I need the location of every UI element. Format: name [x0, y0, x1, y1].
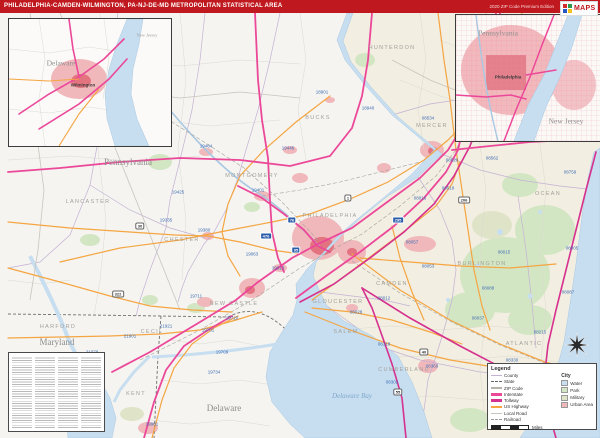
legend-title: Legend — [491, 366, 593, 372]
legend-line-item: ZIP Code — [491, 386, 556, 391]
legend-line-item: US Highway — [491, 404, 556, 409]
marketmaps-logo: MAPS — [560, 1, 598, 16]
scale-bar: Miles — [491, 425, 593, 430]
zip-index-panel — [8, 352, 105, 432]
header-bar: PHILADELPHIA-CAMDEN-WILMINGTON, PA-NJ-DE… — [0, 0, 600, 13]
inset-label: New Jersey — [549, 117, 584, 126]
legend-line-item: Railroad — [491, 417, 556, 422]
inset-label: Philadelphia — [495, 75, 522, 80]
edition-label: 2020 ZIP Code Premium Edition — [490, 4, 554, 9]
inset-label: New Jersey — [137, 33, 158, 38]
legend-panel: Legend CountyState ZIP CodeInterstateToll… — [487, 363, 597, 430]
legend-line-item: Tollway — [491, 398, 556, 403]
legend-fill-items: WaterPark MilitaryUrban Area — [561, 380, 593, 408]
miles-label: Miles — [532, 425, 543, 430]
zip-index-column — [35, 356, 55, 428]
logo-color-squares — [563, 4, 572, 13]
legend-fill-item: Urban Area — [561, 402, 593, 408]
zip-index-column — [58, 356, 78, 428]
inset-label: Delaware — [47, 59, 76, 68]
zip-index-column — [81, 356, 101, 428]
inset-philadelphia-labels: Pennsylvania New Jersey Philadelphia — [456, 15, 600, 141]
legend-city-header: City — [561, 373, 593, 379]
legend-fill-item: Military — [561, 395, 593, 401]
legend-line-item: State — [491, 379, 556, 384]
legend-line-item: Interstate — [491, 392, 556, 397]
compass-rose-icon — [564, 332, 590, 358]
logo-text: MAPS — [574, 5, 595, 12]
inset-label: Wilmington — [71, 83, 95, 88]
legend-fill-item: Water — [561, 380, 593, 386]
map-page: PennsylvaniaMarylandDelawareLANCASTERBER… — [0, 0, 600, 438]
inset-label: Pennsylvania — [478, 29, 518, 38]
legend-line-item: County — [491, 373, 556, 378]
inset-wilmington: Delaware New Jersey Wilmington — [8, 18, 172, 147]
legend-line-item: Local Road — [491, 411, 556, 416]
scale-bar-segments — [491, 425, 529, 430]
inset-philadelphia: Pennsylvania New Jersey Philadelphia — [455, 14, 600, 142]
zip-index-column — [12, 356, 32, 428]
inset-wilmington-labels: Delaware New Jersey Wilmington — [9, 19, 171, 146]
map-title: PHILADELPHIA-CAMDEN-WILMINGTON, PA-NJ-DE… — [4, 0, 282, 13]
legend-fill-item: Park — [561, 387, 593, 393]
legend-line-items: CountyState ZIP CodeInterstateTollwayUS H… — [491, 373, 556, 423]
